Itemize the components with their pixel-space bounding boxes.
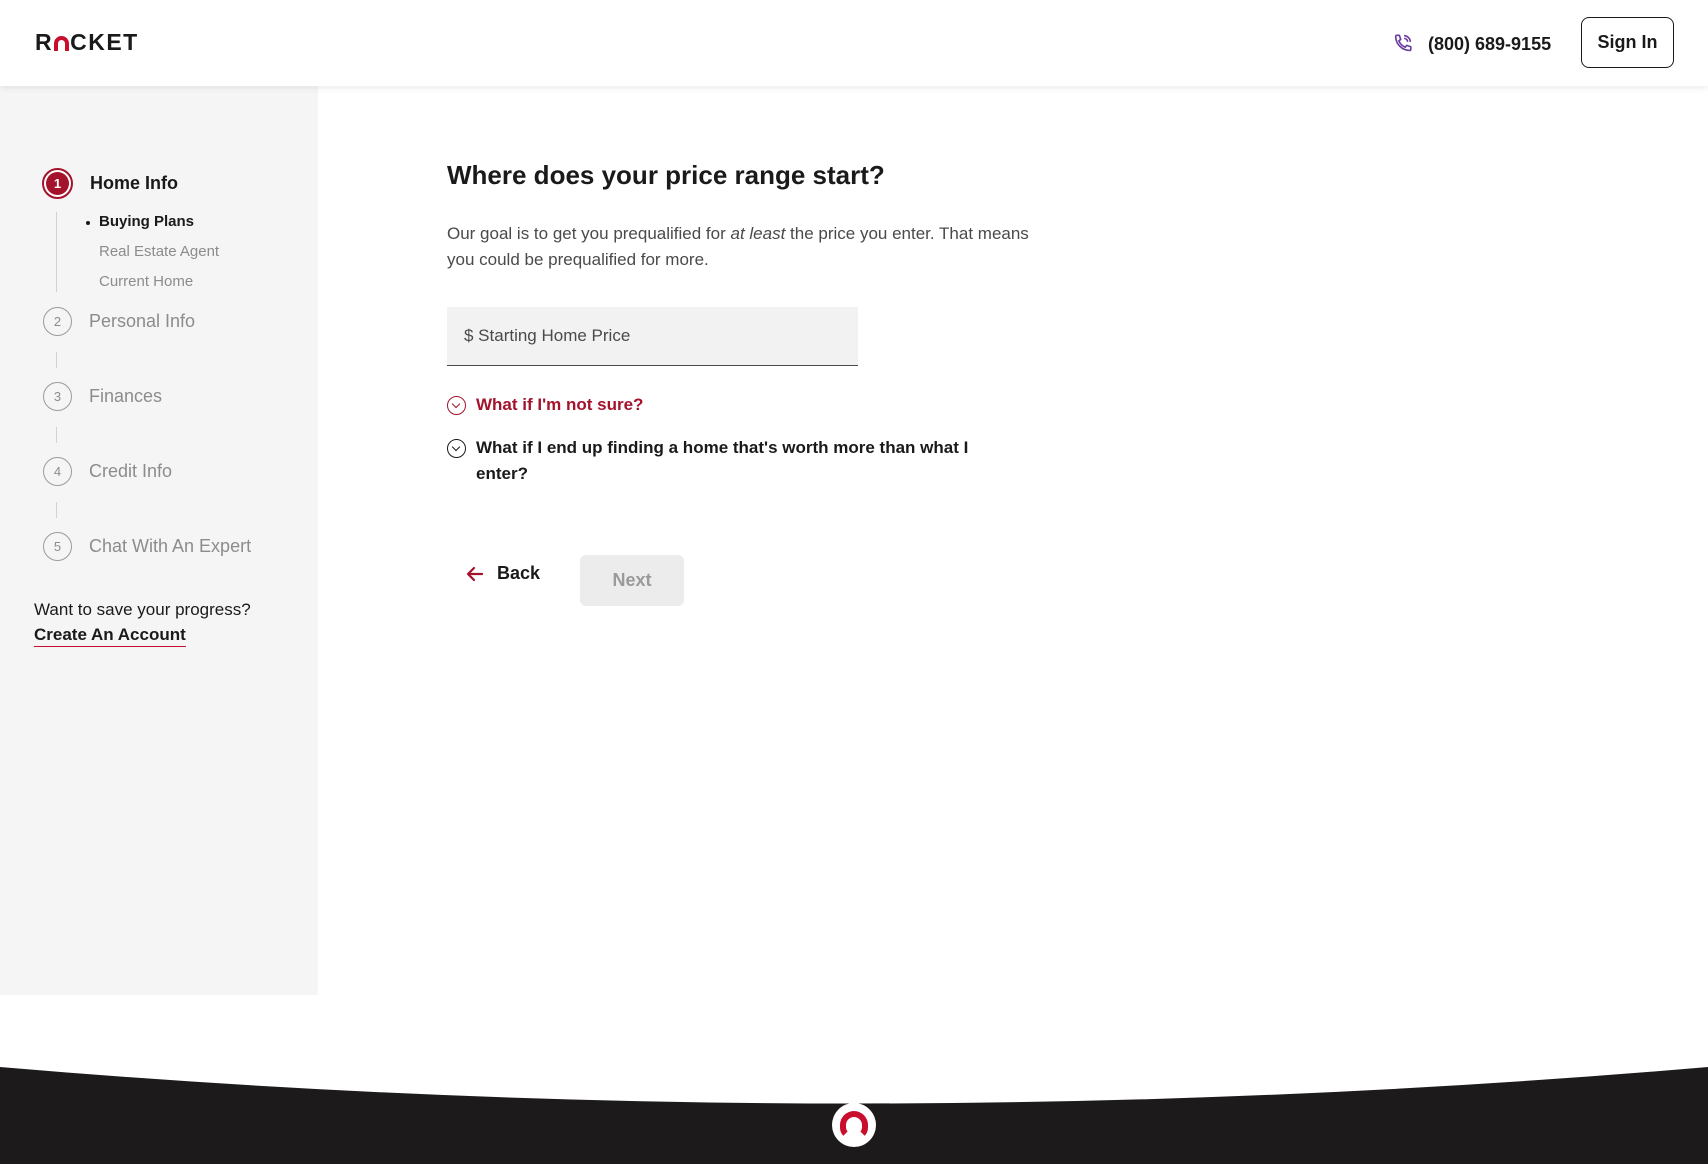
- logo-text-left: R: [35, 28, 54, 55]
- step-number-badge: 4: [43, 457, 72, 486]
- logo-text-right: CKET: [70, 28, 139, 55]
- step-number-badge: 5: [43, 532, 72, 561]
- faq-not-sure-toggle[interactable]: What if I'm not sure?: [447, 392, 643, 418]
- step-number-badge: 1: [42, 168, 73, 199]
- step-connector: [56, 427, 57, 443]
- rocket-logo[interactable]: R CKET: [35, 28, 139, 56]
- faq-question: What if I end up finding a home that's w…: [476, 438, 969, 483]
- faq-worth-more-toggle[interactable]: What if I end up finding a home that's w…: [447, 435, 987, 487]
- step-label: Credit Info: [89, 461, 173, 481]
- phone-number: (800) 689-9155: [1428, 33, 1552, 54]
- step-finances[interactable]: 3 Finances: [43, 382, 162, 411]
- substep-current-home[interactable]: Current Home: [99, 273, 193, 290]
- logo-o-mark-icon: [54, 35, 70, 51]
- arrow-left-icon: [466, 566, 484, 581]
- faq-question: What if I'm not sure?: [476, 395, 644, 414]
- phone-link[interactable]: (800) 689-9155: [1392, 30, 1551, 58]
- sign-in-button[interactable]: Sign In: [1581, 17, 1674, 68]
- step-label: Finances: [89, 386, 163, 406]
- next-button[interactable]: Next: [580, 555, 684, 606]
- step-chat-with-expert[interactable]: 5 Chat With An Expert: [43, 532, 251, 561]
- substep-real-estate-agent[interactable]: Real Estate Agent: [99, 243, 219, 260]
- step-label: Chat With An Expert: [89, 536, 252, 556]
- starting-home-price-input[interactable]: [447, 307, 858, 366]
- substep-buying-plans[interactable]: Buying Plans: [85, 213, 194, 230]
- step-home-info[interactable]: 1 Home Info: [42, 168, 178, 199]
- step-label: Home Info: [90, 173, 178, 193]
- back-label: Back: [497, 563, 541, 583]
- step-credit-info[interactable]: 4 Credit Info: [43, 457, 172, 486]
- emphasis-text: at least: [730, 224, 786, 243]
- site-header: R CKET (800) 689-9155 Sign In: [0, 0, 1708, 86]
- step-number-badge: 3: [43, 382, 72, 411]
- chevron-down-circle-icon: [447, 396, 466, 415]
- save-progress-prompt: Want to save your progress?: [34, 600, 251, 619]
- page-title: Where does your price range start?: [447, 160, 885, 190]
- step-connector: [56, 352, 57, 368]
- step-number-badge: 2: [43, 307, 72, 336]
- step-personal-info[interactable]: 2 Personal Info: [43, 307, 195, 336]
- step-connector: [56, 212, 57, 292]
- chevron-down-circle-icon: [447, 439, 466, 458]
- back-button[interactable]: Back: [465, 563, 540, 584]
- create-account-link[interactable]: Create An Account: [34, 625, 186, 647]
- phone-icon: [1394, 34, 1412, 52]
- step-label: Personal Info: [89, 311, 196, 331]
- page-description: Our goal is to get you prequalified for …: [447, 224, 1029, 269]
- step-connector: [56, 502, 57, 518]
- footer-rocket-logo-icon: [832, 1103, 876, 1147]
